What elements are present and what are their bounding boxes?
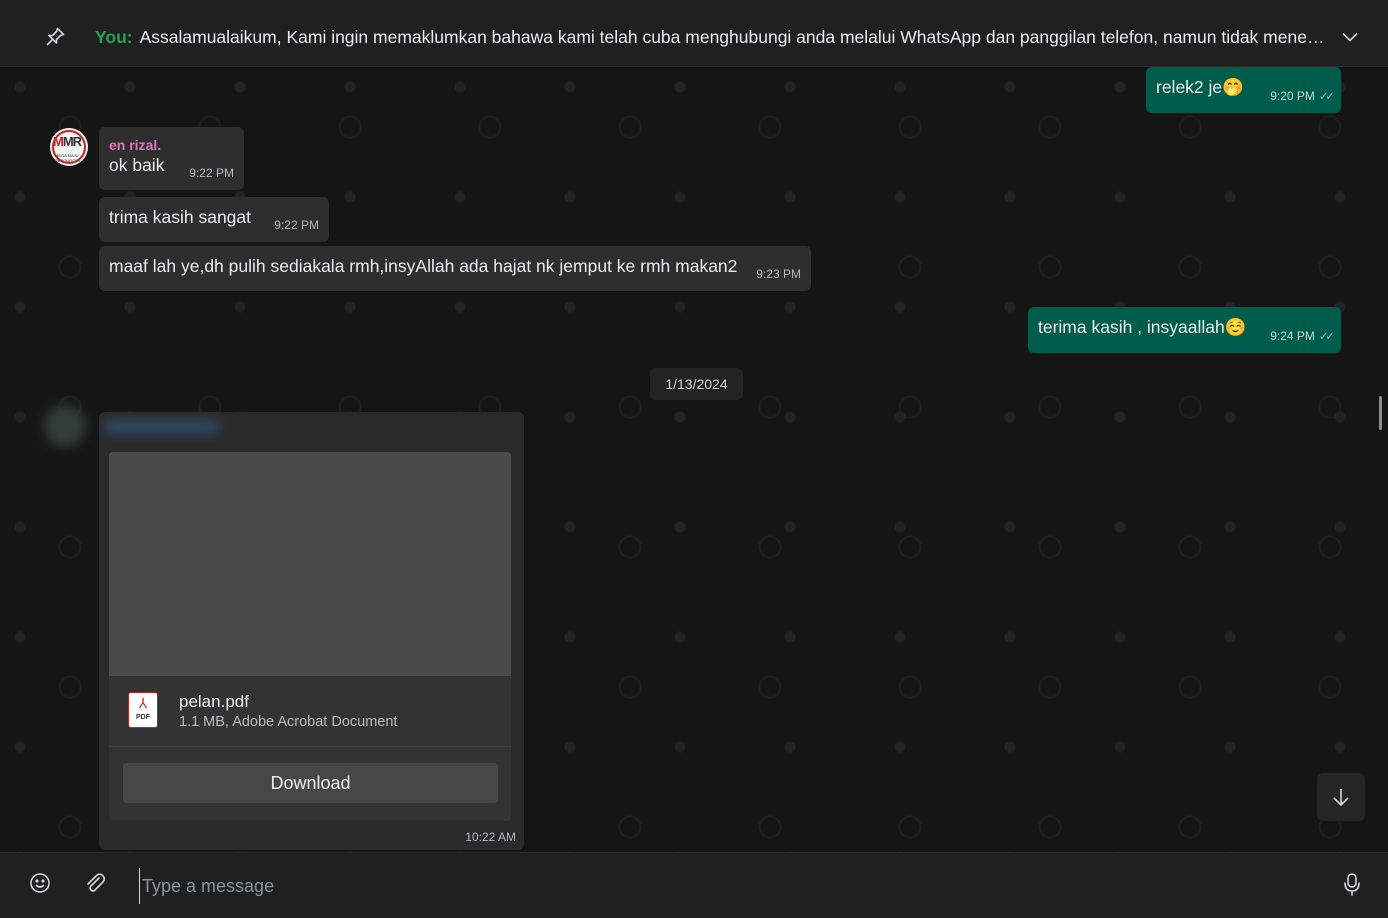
avatar-logo-initial: M <box>53 134 64 149</box>
document-message-bubble[interactable]: ⅄ PDF pelan.pdf 1.1 MB, Adobe Acrobat Do… <box>99 412 524 850</box>
message-time: 9:23 PM <box>756 267 801 281</box>
scroll-to-bottom-button[interactable] <box>1317 773 1365 821</box>
emoji-icon[interactable] <box>29 872 51 894</box>
message-bubble-incoming[interactable]: trima kasih sangat 9:22 PM <box>99 197 329 242</box>
pin-icon <box>46 27 65 46</box>
avatar-logo-letters: MR <box>62 134 82 149</box>
file-type-label: PDF <box>136 714 150 721</box>
message-bubble-outgoing[interactable]: relek2 je🤭 9:20 PM ✓✓ <box>1146 67 1341 113</box>
paperclip-icon[interactable] <box>84 872 106 894</box>
pinned-sender: You: <box>95 27 133 47</box>
avatar[interactable]: MMR MEGA MAJU RESOURCES <box>50 128 88 166</box>
message-input[interactable] <box>139 868 1304 904</box>
document-file-name: pelan.pdf <box>179 692 249 711</box>
read-receipt-icon: ✓✓ <box>1318 89 1335 103</box>
message-bubble-incoming[interactable]: maaf lah ye,dh pulih sediakala rmh,insyA… <box>99 246 811 291</box>
document-actions: Download <box>109 746 511 821</box>
message-time: 9:20 PM <box>1270 89 1315 103</box>
message-time: 9:22 PM <box>189 166 234 180</box>
microphone-icon[interactable] <box>1341 872 1363 896</box>
scrollbar-thumb[interactable] <box>1379 396 1382 430</box>
message-time: 10:22 AM <box>465 830 516 844</box>
document-card[interactable]: ⅄ PDF pelan.pdf 1.1 MB, Adobe Acrobat Do… <box>109 452 511 821</box>
document-preview[interactable] <box>109 452 511 676</box>
avatar-logo: MMR <box>53 134 82 149</box>
sender-name[interactable]: en rizal. <box>109 136 234 154</box>
message-text: relek2 je🤭 <box>1156 77 1244 97</box>
arrow-down-icon <box>1333 789 1349 807</box>
date-separator: 1/13/2024 <box>650 368 743 400</box>
message-text: trima kasih sangat <box>109 207 252 227</box>
download-button[interactable]: Download <box>123 763 498 803</box>
message-meta: 9:20 PM ✓✓ <box>1270 85 1335 107</box>
message-time: 9:24 PM <box>1270 329 1315 343</box>
message-bubble-outgoing[interactable]: terima kasih , insyaallah☺️ 9:24 PM ✓✓ <box>1028 307 1341 353</box>
pinned-message-content: Assalamualaikum, Kami ingin memaklumkan … <box>139 27 1325 47</box>
pinned-message-text: You: Assalamualaikum, Kami ingin memaklum… <box>95 27 1325 48</box>
chat-area: relek2 je🤭 9:20 PM ✓✓ MMR MEGA MAJU RESOU… <box>0 67 1388 852</box>
document-file-meta: 1.1 MB, Adobe Acrobat Document <box>179 714 398 730</box>
pinned-message-bar[interactable]: You: Assalamualaikum, Kami ingin memaklum… <box>0 0 1388 67</box>
blurred-sender-name <box>104 419 219 435</box>
document-info[interactable]: ⅄ PDF pelan.pdf 1.1 MB, Adobe Acrobat Do… <box>109 676 511 746</box>
acrobat-icon: ⅄ <box>138 695 148 711</box>
message-bubble-incoming[interactable]: en rizal. ok baik 9:22 PM <box>99 127 244 190</box>
message-time: 9:22 PM <box>274 218 319 232</box>
message-composer <box>0 852 1388 918</box>
blurred-avatar <box>44 405 86 447</box>
chevron-down-icon[interactable] <box>1340 27 1360 47</box>
avatar-logo-subtitle: MEGA MAJU RESOURCES <box>55 153 81 163</box>
message-text: terima kasih , insyaallah☺️ <box>1038 317 1247 337</box>
read-receipt-icon: ✓✓ <box>1318 329 1335 343</box>
message-text: maaf lah ye,dh pulih sediakala rmh,insyA… <box>109 256 738 276</box>
pdf-file-icon: ⅄ PDF <box>128 692 158 728</box>
message-meta: 9:24 PM ✓✓ <box>1270 325 1335 347</box>
